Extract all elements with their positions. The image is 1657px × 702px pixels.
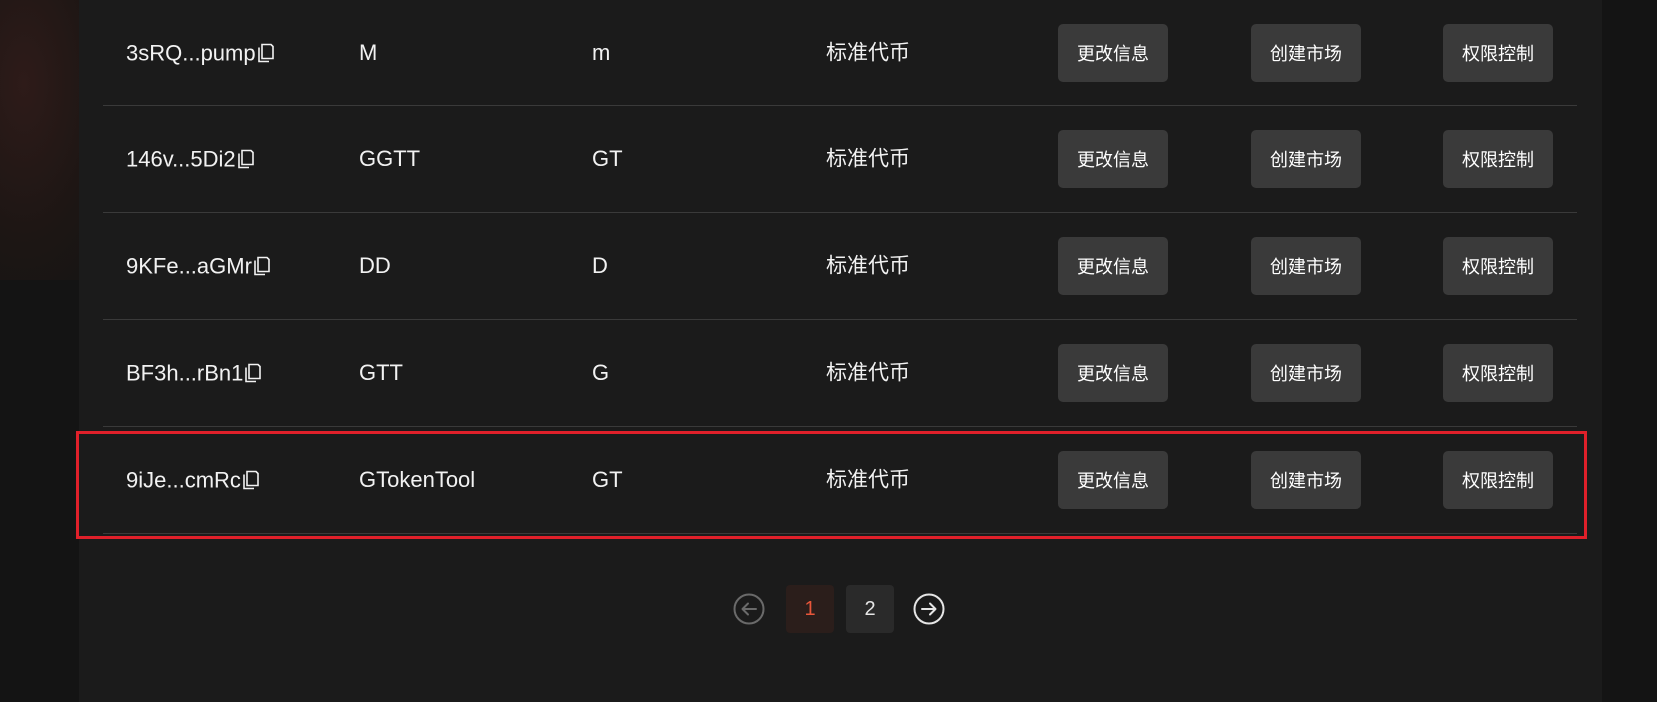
table-row: BF3h...rBn1 GTT G 标准代币 更改信息 创建市场 权限控制 bbox=[103, 320, 1577, 427]
token-address: 3sRQ...pump bbox=[126, 40, 256, 65]
token-address-cell: BF3h...rBn1 bbox=[126, 362, 262, 385]
copy-icon[interactable] bbox=[242, 469, 260, 491]
arrow-right-circle-icon[interactable] bbox=[913, 593, 945, 625]
edit-info-button[interactable]: 更改信息 bbox=[1058, 451, 1168, 509]
table-row-highlighted: 9iJe...cmRc GTokenTool GT 标准代币 更改信息 创建市场… bbox=[103, 427, 1577, 534]
page-button-1[interactable]: 1 bbox=[786, 585, 834, 633]
token-address: 9KFe...aGMr bbox=[126, 253, 252, 279]
token-name: GTokenTool bbox=[359, 467, 476, 492]
token-name: GTT bbox=[359, 360, 403, 385]
create-market-button[interactable]: 创建市场 bbox=[1251, 344, 1361, 402]
token-type: 标准代币 bbox=[826, 40, 910, 64]
token-symbol: GT bbox=[592, 467, 623, 492]
token-name: M bbox=[359, 39, 378, 65]
token-symbol: m bbox=[592, 39, 611, 65]
token-address-cell: 146v...5Di2 bbox=[126, 148, 255, 171]
table-row: 3sRQ...pump M m 标准代币 更改信息 创建市场 权限控制 bbox=[103, 0, 1577, 106]
page-button-2[interactable]: 2 bbox=[846, 585, 894, 633]
token-type: 标准代币 bbox=[826, 467, 910, 492]
edit-info-button[interactable]: 更改信息 bbox=[1058, 23, 1168, 82]
token-symbol: G bbox=[592, 360, 610, 385]
permission-control-button[interactable]: 权限控制 bbox=[1443, 130, 1553, 188]
token-type: 标准代币 bbox=[826, 253, 910, 278]
copy-icon[interactable] bbox=[244, 362, 262, 384]
token-address: 146v...5Di2 bbox=[126, 146, 236, 172]
permission-control-button[interactable]: 权限控制 bbox=[1443, 23, 1553, 82]
token-address-cell: 9KFe...aGMr bbox=[126, 255, 271, 278]
token-name: GGTT bbox=[359, 146, 421, 171]
token-address: 9iJe...cmRc bbox=[126, 467, 241, 493]
create-market-button[interactable]: 创建市场 bbox=[1251, 130, 1361, 188]
create-market-button[interactable]: 创建市场 bbox=[1251, 451, 1361, 509]
token-table: 3sRQ...pump M m 标准代币 更改信息 创建市场 权限控制 146v… bbox=[103, 0, 1577, 534]
token-address-cell: 9iJe...cmRc bbox=[126, 469, 260, 492]
permission-control-button[interactable]: 权限控制 bbox=[1443, 344, 1553, 402]
table-row: 146v...5Di2 GGTT GT 标准代币 更改信息 创建市场 权限控制 bbox=[103, 106, 1577, 213]
copy-icon[interactable] bbox=[257, 41, 275, 63]
copy-icon[interactable] bbox=[237, 148, 255, 170]
token-type: 标准代币 bbox=[826, 146, 910, 171]
token-address-cell: 3sRQ...pump bbox=[126, 41, 275, 64]
table-row: 9KFe...aGMr DD D 标准代币 更改信息 创建市场 权限控制 bbox=[103, 213, 1577, 320]
arrow-left-circle-icon[interactable] bbox=[733, 593, 765, 625]
edit-info-button[interactable]: 更改信息 bbox=[1058, 344, 1168, 402]
token-symbol: D bbox=[592, 253, 608, 278]
token-symbol: GT bbox=[592, 146, 623, 171]
create-market-button[interactable]: 创建市场 bbox=[1251, 237, 1361, 295]
permission-control-button[interactable]: 权限控制 bbox=[1443, 237, 1553, 295]
create-market-button[interactable]: 创建市场 bbox=[1251, 23, 1361, 82]
token-address: BF3h...rBn1 bbox=[126, 360, 244, 386]
token-name: DD bbox=[359, 253, 391, 278]
permission-control-button[interactable]: 权限控制 bbox=[1443, 451, 1553, 509]
edit-info-button[interactable]: 更改信息 bbox=[1058, 130, 1168, 188]
token-type: 标准代币 bbox=[826, 360, 910, 385]
copy-icon[interactable] bbox=[253, 255, 271, 277]
edit-info-button[interactable]: 更改信息 bbox=[1058, 237, 1168, 295]
